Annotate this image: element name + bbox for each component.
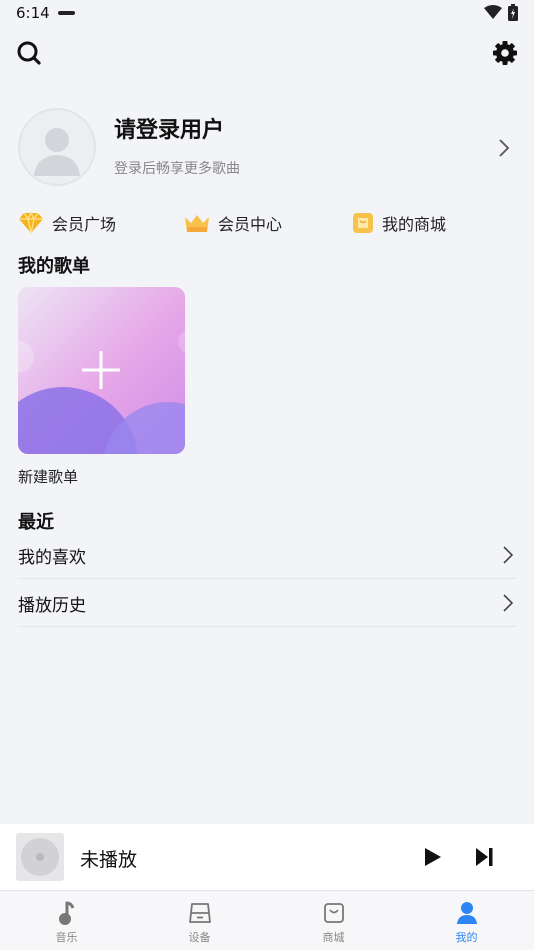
member-plaza-label: 会员广场 — [52, 215, 117, 234]
my-shop-link[interactable]: 我的商城 — [352, 208, 446, 238]
disc-icon — [21, 838, 59, 876]
crown-icon — [185, 215, 209, 232]
player-title: 未播放 — [80, 849, 138, 871]
gear-icon — [493, 41, 517, 65]
search-button[interactable] — [14, 38, 44, 68]
shop-icon — [353, 213, 373, 233]
play-icon[interactable] — [418, 843, 446, 871]
profile-subtitle: 登录后畅享更多歌曲 — [114, 161, 240, 177]
play-history-label: 播放历史 — [18, 596, 86, 616]
profile-section[interactable]: 请登录用户 登录后畅享更多歌曲 — [0, 104, 534, 194]
person-icon — [456, 902, 477, 924]
my-playlists-title: 我的歌单 — [18, 256, 90, 277]
default-avatar-icon — [34, 128, 80, 176]
plus-icon — [82, 351, 120, 389]
device-icon — [188, 903, 211, 923]
status-bar: 6:14 — [0, 0, 534, 28]
settings-button[interactable] — [490, 38, 520, 68]
profile-name: 请登录用户 — [114, 118, 225, 143]
mini-player[interactable]: 未播放 — [0, 824, 534, 890]
tab-music-label: 音乐 — [55, 931, 78, 944]
my-likes-row[interactable]: 我的喜欢 — [18, 531, 516, 579]
member-plaza-link[interactable]: 会员广场 — [18, 208, 116, 238]
member-center-label: 会员中心 — [218, 215, 283, 234]
chevron-right-icon — [499, 139, 510, 157]
tab-shop[interactable]: 商城 — [267, 891, 400, 950]
chevron-right-icon — [503, 594, 514, 612]
new-playlist-card[interactable] — [18, 287, 185, 454]
shopping-bag-icon — [323, 903, 344, 923]
tab-device[interactable]: 设备 — [133, 891, 266, 950]
new-playlist-label: 新建歌单 — [18, 468, 79, 486]
tab-music[interactable]: 音乐 — [0, 891, 133, 950]
tab-mine[interactable]: 我的 — [400, 891, 533, 950]
play-history-row[interactable]: 播放历史 — [18, 579, 516, 627]
wifi-icon — [484, 5, 502, 19]
tab-mine-label: 我的 — [455, 931, 478, 944]
bottom-tab-bar: 音乐 设备 商城 我的 — [0, 890, 534, 950]
album-cover[interactable] — [16, 833, 64, 881]
battery-icon — [508, 4, 518, 21]
status-time: 6:14 — [16, 4, 50, 22]
screen: 6:14 请登录用户 登录后畅享更多歌曲 会员广场 会员中心 我的商城 我的歌单… — [0, 0, 534, 950]
my-shop-label: 我的商城 — [382, 215, 447, 234]
notification-icon — [58, 11, 75, 15]
member-center-link[interactable]: 会员中心 — [184, 208, 282, 238]
search-icon — [17, 41, 41, 65]
music-note-icon — [58, 901, 74, 925]
tab-shop-label: 商城 — [322, 931, 345, 944]
avatar[interactable] — [18, 108, 96, 186]
my-likes-label: 我的喜欢 — [18, 548, 86, 568]
next-track-icon[interactable] — [470, 843, 498, 871]
diamond-icon — [19, 212, 43, 234]
chevron-right-icon — [503, 546, 514, 564]
tab-device-label: 设备 — [188, 931, 211, 944]
